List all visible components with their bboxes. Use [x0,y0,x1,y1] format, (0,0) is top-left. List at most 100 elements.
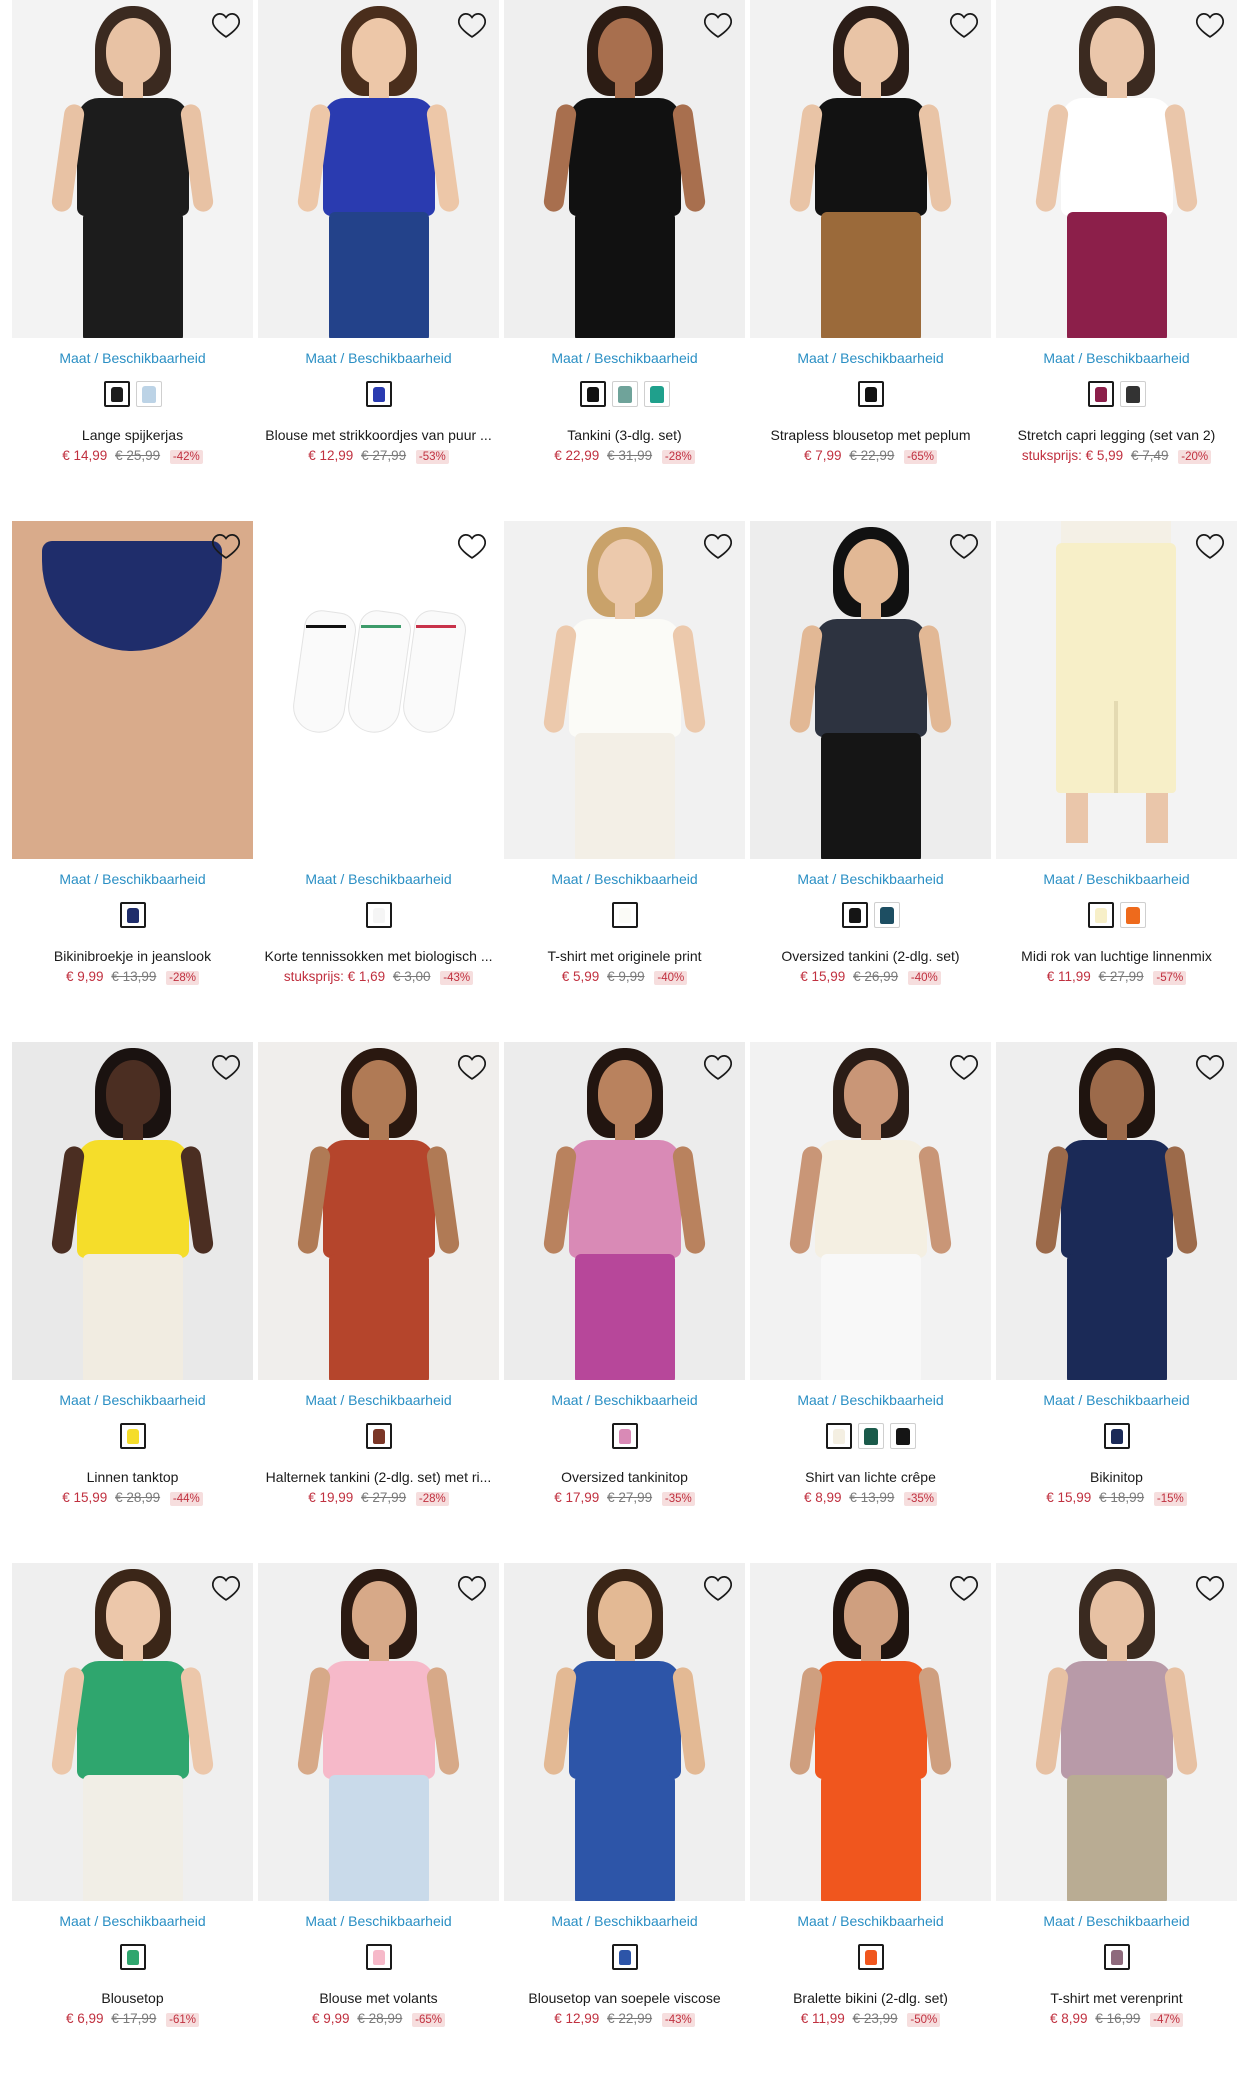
product-name[interactable]: Blousetop van soepele viscose [504,1990,745,2006]
wishlist-heart-icon[interactable] [701,529,735,563]
product-card[interactable]: Maat / Beschikbaarheid Blousetop van soe… [504,1563,745,2084]
product-card[interactable]: Maat / Beschikbaarheid T-shirt met veren… [996,1563,1237,2084]
color-swatch[interactable] [119,1944,146,1970]
color-swatch[interactable] [857,1944,884,1970]
product-name[interactable]: Shirt van lichte crêpe [750,1469,991,1485]
product-name[interactable]: Bralette bikini (2-dlg. set) [750,1990,991,2006]
product-card[interactable]: Maat / Beschikbaarheid Bikinitop € 15,99… [996,1042,1237,1563]
product-image[interactable] [996,1563,1237,1901]
product-card[interactable]: Maat / Beschikbaarheid Strapless blouset… [750,0,991,521]
product-image[interactable] [258,0,499,338]
product-card[interactable]: Maat / Beschikbaarheid T-shirt met origi… [504,521,745,1042]
size-availability-link[interactable]: Maat / Beschikbaarheid [12,350,253,366]
product-image[interactable] [258,521,499,859]
product-card[interactable]: Maat / Beschikbaarheid Bikinibroekje in … [12,521,253,1042]
size-availability-link[interactable]: Maat / Beschikbaarheid [996,1913,1237,1929]
product-name[interactable]: Blousetop [12,1990,253,2006]
product-image[interactable] [12,0,253,338]
product-name[interactable]: Oversized tankinitop [504,1469,745,1485]
wishlist-heart-icon[interactable] [701,1571,735,1605]
product-card[interactable]: Maat / Beschikbaarheid Blouse met volant… [258,1563,499,2084]
product-card[interactable]: Maat / Beschikbaarheid Blouse met strikk… [258,0,499,521]
product-image[interactable] [750,1042,991,1380]
size-availability-link[interactable]: Maat / Beschikbaarheid [258,1913,499,1929]
wishlist-heart-icon[interactable] [947,1571,981,1605]
color-swatch[interactable] [1103,1944,1130,1970]
color-swatch[interactable] [103,381,130,407]
product-name[interactable]: Blouse met strikkoordjes van puur ... [258,427,499,443]
product-card[interactable]: Maat / Beschikbaarheid Halternek tankini… [258,1042,499,1563]
wishlist-heart-icon[interactable] [701,8,735,42]
size-availability-link[interactable]: Maat / Beschikbaarheid [258,871,499,887]
product-name[interactable]: Blouse met volants [258,1990,499,2006]
product-name[interactable]: Tankini (3-dlg. set) [504,427,745,443]
wishlist-heart-icon[interactable] [1193,1050,1227,1084]
color-swatch[interactable] [857,1423,884,1449]
size-availability-link[interactable]: Maat / Beschikbaarheid [750,350,991,366]
product-name[interactable]: Stretch capri legging (set van 2) [996,427,1237,443]
product-image[interactable] [750,0,991,338]
product-card[interactable]: Maat / Beschikbaarheid Linnen tanktop € … [12,1042,253,1563]
color-swatch[interactable] [873,902,900,928]
product-name[interactable]: Linnen tanktop [12,1469,253,1485]
wishlist-heart-icon[interactable] [455,8,489,42]
product-image[interactable] [504,0,745,338]
product-name[interactable]: T-shirt met originele print [504,948,745,964]
product-card[interactable]: Maat / Beschikbaarheid Shirt van lichte … [750,1042,991,1563]
product-name[interactable]: T-shirt met verenprint [996,1990,1237,2006]
color-swatch[interactable] [135,381,162,407]
color-swatch[interactable] [365,1944,392,1970]
product-image[interactable] [12,521,253,859]
wishlist-heart-icon[interactable] [455,1571,489,1605]
wishlist-heart-icon[interactable] [947,1050,981,1084]
size-availability-link[interactable]: Maat / Beschikbaarheid [996,1392,1237,1408]
wishlist-heart-icon[interactable] [1193,529,1227,563]
product-image[interactable] [996,521,1237,859]
product-image[interactable] [750,1563,991,1901]
color-swatch[interactable] [119,1423,146,1449]
color-swatch[interactable] [825,1423,852,1449]
product-card[interactable]: Maat / Beschikbaarheid Stretch capri leg… [996,0,1237,521]
size-availability-link[interactable]: Maat / Beschikbaarheid [750,1913,991,1929]
product-image[interactable] [12,1563,253,1901]
wishlist-heart-icon[interactable] [1193,8,1227,42]
product-image[interactable] [504,1042,745,1380]
product-name[interactable]: Midi rok van luchtige linnenmix [996,948,1237,964]
color-swatch[interactable] [611,1423,638,1449]
size-availability-link[interactable]: Maat / Beschikbaarheid [504,1392,745,1408]
color-swatch[interactable] [579,381,606,407]
size-availability-link[interactable]: Maat / Beschikbaarheid [12,871,253,887]
product-name[interactable]: Lange spijkerjas [12,427,253,443]
size-availability-link[interactable]: Maat / Beschikbaarheid [12,1913,253,1929]
product-image[interactable] [258,1563,499,1901]
product-image[interactable] [504,1563,745,1901]
size-availability-link[interactable]: Maat / Beschikbaarheid [996,871,1237,887]
size-availability-link[interactable]: Maat / Beschikbaarheid [504,1913,745,1929]
color-swatch[interactable] [1119,381,1146,407]
color-swatch[interactable] [1087,902,1114,928]
color-swatch[interactable] [365,381,392,407]
wishlist-heart-icon[interactable] [209,529,243,563]
color-swatch[interactable] [889,1423,916,1449]
wishlist-heart-icon[interactable] [1193,1571,1227,1605]
color-swatch[interactable] [365,902,392,928]
product-image[interactable] [996,0,1237,338]
product-image[interactable] [504,521,745,859]
product-card[interactable]: Maat / Beschikbaarheid Blousetop € 6,99 … [12,1563,253,2084]
product-card[interactable]: Maat / Beschikbaarheid Tankini (3-dlg. s… [504,0,745,521]
wishlist-heart-icon[interactable] [947,8,981,42]
size-availability-link[interactable]: Maat / Beschikbaarheid [258,1392,499,1408]
color-swatch[interactable] [1119,902,1146,928]
color-swatch[interactable] [119,902,146,928]
wishlist-heart-icon[interactable] [455,529,489,563]
color-swatch[interactable] [611,1944,638,1970]
color-swatch[interactable] [841,902,868,928]
product-image[interactable] [258,1042,499,1380]
color-swatch[interactable] [1103,1423,1130,1449]
product-card[interactable]: Maat / Beschikbaarheid Oversized tankini… [504,1042,745,1563]
product-image[interactable] [996,1042,1237,1380]
color-swatch[interactable] [611,902,638,928]
product-name[interactable]: Bikinitop [996,1469,1237,1485]
product-card[interactable]: Maat / Beschikbaarheid Korte tennissokke… [258,521,499,1042]
wishlist-heart-icon[interactable] [455,1050,489,1084]
